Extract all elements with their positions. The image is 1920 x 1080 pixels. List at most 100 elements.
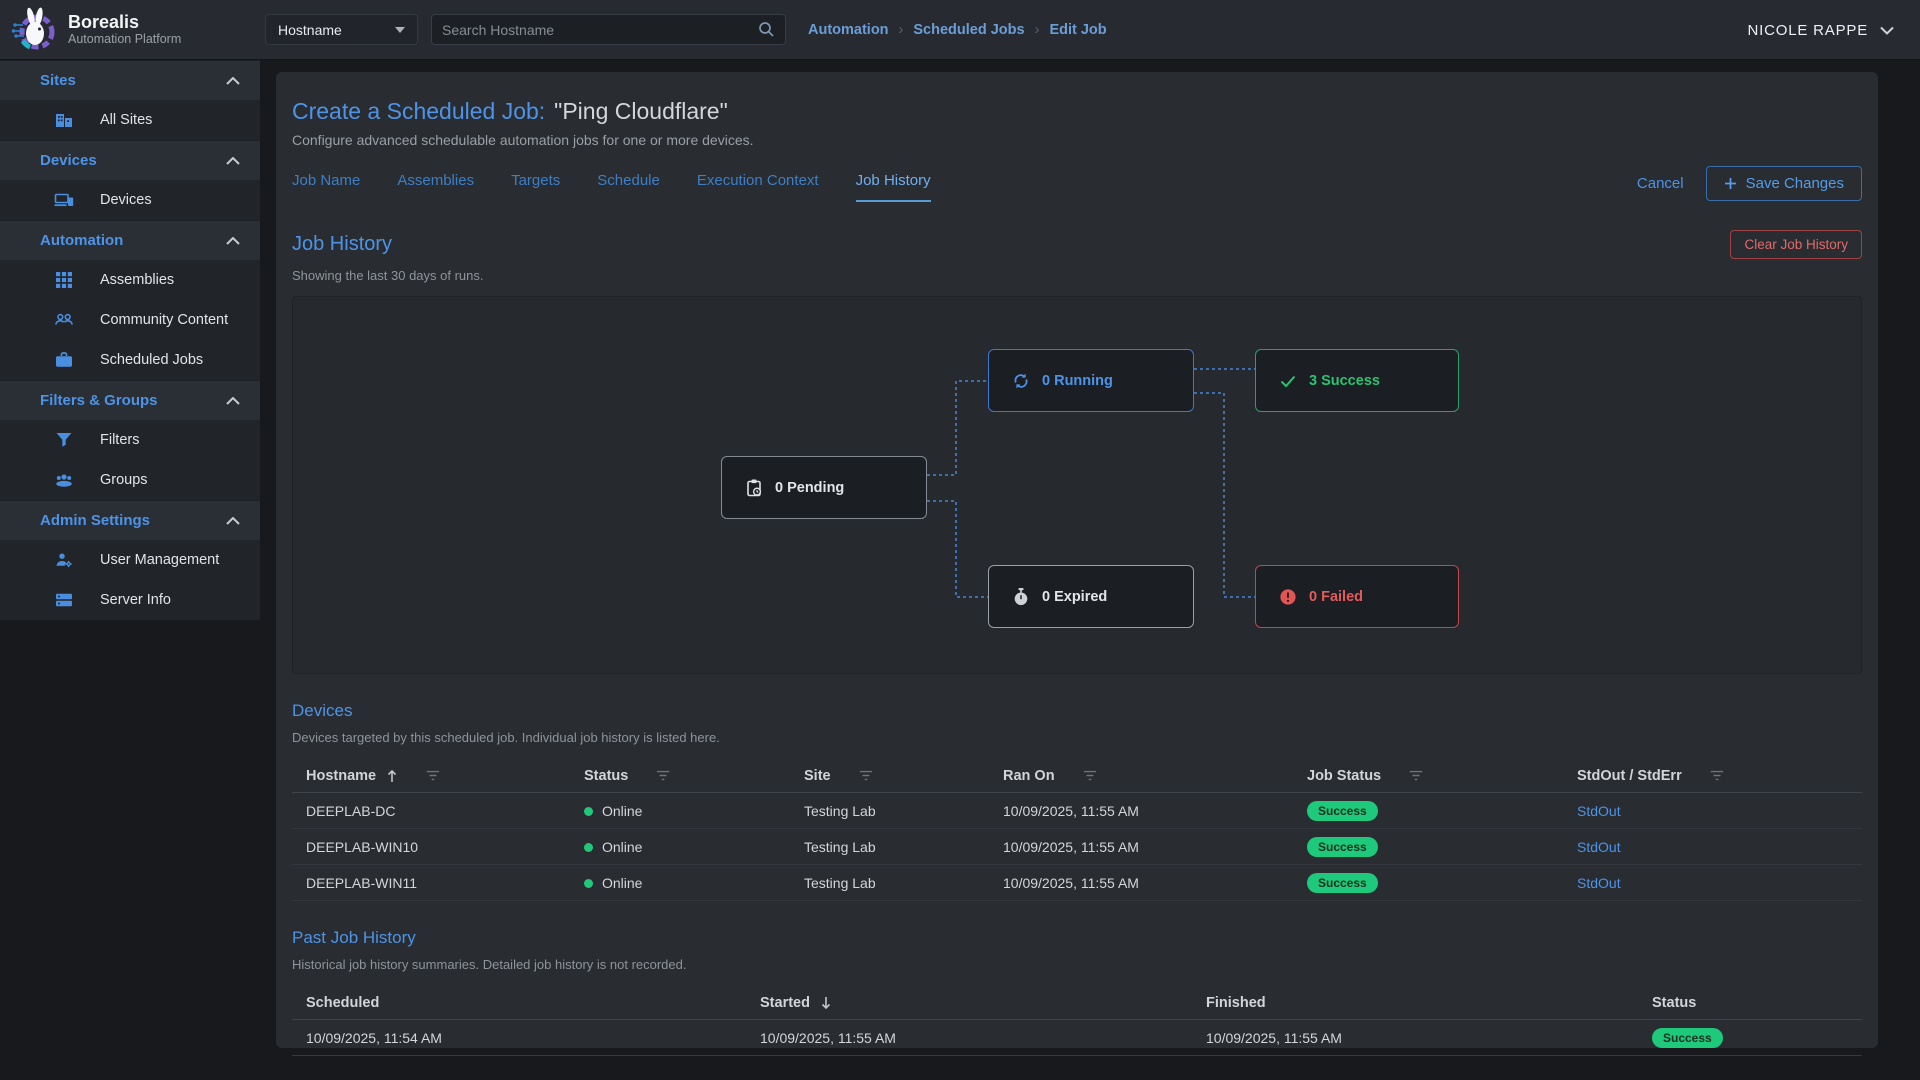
stdout-link[interactable]: StdOut bbox=[1577, 875, 1621, 891]
chevron-up-icon bbox=[226, 517, 240, 525]
filter-icon[interactable] bbox=[426, 770, 440, 781]
cell-ran-on: 10/09/2025, 11:55 AM bbox=[1003, 803, 1307, 819]
cancel-button[interactable]: Cancel bbox=[1637, 175, 1684, 192]
sidebar-item-assemblies[interactable]: Assemblies bbox=[0, 260, 260, 300]
sidebar-section-admin-settings[interactable]: Admin Settings bbox=[0, 500, 260, 540]
column-header-site[interactable]: Site bbox=[804, 768, 1003, 784]
chevron-up-icon bbox=[226, 397, 240, 405]
server-icon bbox=[54, 590, 74, 610]
cell-stdout: StdOut bbox=[1577, 875, 1862, 891]
column-label: Ran On bbox=[1003, 768, 1055, 784]
sidebar-item-user-management[interactable]: User Management bbox=[0, 540, 260, 580]
sidebar-item-groups[interactable]: Groups bbox=[0, 460, 260, 500]
building-icon bbox=[54, 110, 74, 130]
sidebar-section-filters-groups[interactable]: Filters & Groups bbox=[0, 380, 260, 420]
stdout-link[interactable]: StdOut bbox=[1577, 839, 1621, 855]
save-changes-button[interactable]: Save Changes bbox=[1706, 166, 1862, 201]
cell-site: Testing Lab bbox=[804, 875, 1003, 891]
search-icon[interactable] bbox=[758, 21, 775, 38]
sidebar-item-label: User Management bbox=[100, 552, 219, 568]
hostname-filter-select[interactable]: Hostname bbox=[265, 14, 418, 45]
tab-assemblies[interactable]: Assemblies bbox=[397, 172, 474, 202]
groups-icon bbox=[54, 470, 74, 490]
cell-hostname: DEEPLAB-WIN10 bbox=[306, 839, 584, 855]
table-row[interactable]: DEEPLAB-WIN11 Online Testing Lab 10/09/2… bbox=[292, 865, 1862, 901]
search-input[interactable] bbox=[442, 22, 758, 38]
grid-icon bbox=[54, 270, 74, 290]
status-label: Online bbox=[602, 839, 642, 855]
online-status-dot bbox=[584, 807, 593, 816]
sidebar-item-server-info[interactable]: Server Info bbox=[0, 580, 260, 620]
breadcrumb-edit-job[interactable]: Edit Job bbox=[1049, 22, 1106, 38]
header-actions: Cancel Save Changes bbox=[1637, 166, 1862, 201]
clear-job-history-button[interactable]: Clear Job History bbox=[1730, 230, 1862, 259]
flow-node-label: 0 Expired bbox=[1042, 589, 1107, 605]
sidebar-item-all-sites[interactable]: All Sites bbox=[0, 100, 260, 140]
hostname-filter-value: Hostname bbox=[278, 22, 342, 38]
sidebar-item-label: Server Info bbox=[100, 592, 171, 608]
filter-icon[interactable] bbox=[1083, 770, 1097, 781]
flow-node-expired[interactable]: 0 Expired bbox=[988, 565, 1194, 628]
column-header-stdout-stderr[interactable]: StdOut / StdErr bbox=[1577, 768, 1862, 784]
sidebar-section-sites[interactable]: Sites bbox=[0, 60, 260, 100]
status-badge[interactable]: Success bbox=[1307, 801, 1378, 821]
filter-icon[interactable] bbox=[1409, 770, 1423, 781]
cell-ran-on: 10/09/2025, 11:55 AM bbox=[1003, 875, 1307, 891]
tab-targets[interactable]: Targets bbox=[511, 172, 560, 202]
hostname-search bbox=[431, 14, 786, 45]
breadcrumb: Automation › Scheduled Jobs › Edit Job bbox=[808, 0, 1107, 60]
table-row[interactable]: DEEPLAB-DC Online Testing Lab 10/09/2025… bbox=[292, 793, 1862, 829]
breadcrumb-scheduled-jobs[interactable]: Scheduled Jobs bbox=[913, 22, 1024, 38]
table-row[interactable]: DEEPLAB-WIN10 Online Testing Lab 10/09/2… bbox=[292, 829, 1862, 865]
sidebar-section-devices[interactable]: Devices bbox=[0, 140, 260, 180]
status-label: Online bbox=[602, 875, 642, 891]
chevron-up-icon bbox=[226, 237, 240, 245]
flow-node-running[interactable]: 0 Running bbox=[988, 349, 1194, 412]
breadcrumb-automation[interactable]: Automation bbox=[808, 22, 889, 38]
user-menu[interactable]: NICOLE RAPPE bbox=[1748, 0, 1894, 60]
column-header-scheduled[interactable]: Scheduled bbox=[306, 995, 760, 1011]
status-badge[interactable]: Success bbox=[1307, 837, 1378, 857]
brand-logo[interactable]: Borealis Automation Platform bbox=[10, 5, 181, 53]
sidebar-section-automation[interactable]: Automation bbox=[0, 220, 260, 260]
tab-job-name[interactable]: Job Name bbox=[292, 172, 360, 202]
column-header-status[interactable]: Status bbox=[1652, 995, 1862, 1011]
sidebar-item-filters[interactable]: Filters bbox=[0, 420, 260, 460]
column-header-job-status[interactable]: Job Status bbox=[1307, 768, 1577, 784]
tab-schedule[interactable]: Schedule bbox=[597, 172, 660, 202]
status-badge[interactable]: Success bbox=[1652, 1028, 1723, 1048]
filter-icon[interactable] bbox=[1710, 770, 1724, 781]
sidebar-item-label: Devices bbox=[100, 192, 152, 208]
tab-job-history[interactable]: Job History bbox=[856, 172, 931, 202]
tab-execution-context[interactable]: Execution Context bbox=[697, 172, 819, 202]
brand-name: Borealis bbox=[68, 12, 181, 33]
sidebar-item-label: Assemblies bbox=[100, 272, 174, 288]
sidebar-section-label: Automation bbox=[40, 232, 123, 249]
filter-icon[interactable] bbox=[656, 770, 670, 781]
checkmark-icon bbox=[1278, 371, 1298, 391]
sidebar-section-label: Sites bbox=[40, 72, 76, 89]
flow-node-pending[interactable]: 0 Pending bbox=[721, 456, 927, 519]
sidebar-item-scheduled-jobs[interactable]: Scheduled Jobs bbox=[0, 340, 260, 380]
sidebar-item-devices[interactable]: Devices bbox=[0, 180, 260, 220]
stdout-link[interactable]: StdOut bbox=[1577, 803, 1621, 819]
cell-started: 10/09/2025, 11:55 AM bbox=[760, 1030, 1206, 1046]
filter-icon[interactable] bbox=[859, 770, 873, 781]
sidebar-item-community-content[interactable]: Community Content bbox=[0, 300, 260, 340]
status-label: Online bbox=[602, 803, 642, 819]
flow-node-success[interactable]: 3 Success bbox=[1255, 349, 1459, 412]
column-header-finished[interactable]: Finished bbox=[1206, 995, 1652, 1011]
column-header-hostname[interactable]: Hostname bbox=[306, 768, 584, 784]
past-job-history-heading: Past Job History bbox=[292, 928, 1862, 948]
sort-descending-icon bbox=[820, 996, 832, 1010]
column-header-status[interactable]: Status bbox=[584, 768, 804, 784]
error-circle-icon bbox=[1278, 587, 1298, 607]
flow-node-failed[interactable]: 0 Failed bbox=[1255, 565, 1459, 628]
column-label: Hostname bbox=[306, 768, 376, 784]
column-header-ran-on[interactable]: Ran On bbox=[1003, 768, 1307, 784]
cell-hostname: DEEPLAB-WIN11 bbox=[306, 875, 584, 891]
status-badge[interactable]: Success bbox=[1307, 873, 1378, 893]
devices-description: Devices targeted by this scheduled job. … bbox=[292, 730, 1862, 745]
table-row[interactable]: 10/09/2025, 11:54 AM 10/09/2025, 11:55 A… bbox=[292, 1020, 1862, 1056]
column-header-started[interactable]: Started bbox=[760, 995, 1206, 1011]
